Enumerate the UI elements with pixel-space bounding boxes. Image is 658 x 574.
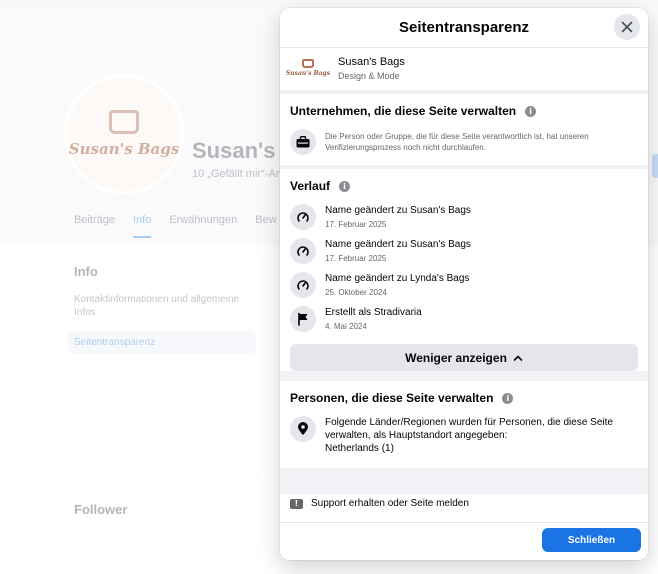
- close-dialog-button[interactable]: [614, 14, 640, 40]
- history-title: Verlauf: [290, 179, 331, 193]
- page-identity-section: Susan's Bags Susan's Bags Design & Mode: [280, 48, 648, 90]
- history-item: Name geändert zu Susan's Bags 17. Februa…: [290, 235, 638, 269]
- history-item-date: 17. Februar 2025: [325, 254, 387, 263]
- info-icon[interactable]: i: [525, 105, 537, 117]
- briefcase-icon: [290, 129, 316, 155]
- history-item: Erstellt als Stradivaria 4. Mai 2024: [290, 303, 638, 337]
- history-section: Verlauf i Name geändert zu Susan's Bags …: [280, 169, 648, 371]
- show-less-label: Weniger anzeigen: [405, 350, 507, 365]
- companies-header: Unternehmen, die diese Seite verwalten i: [290, 94, 638, 126]
- people-title: Personen, die diese Seite verwalten: [290, 391, 494, 405]
- page-logo-text: Susan's Bags: [285, 70, 331, 77]
- flag-icon: [290, 306, 316, 332]
- people-header: Personen, die diese Seite verwalten i: [290, 381, 638, 413]
- page-logo: Susan's Bags: [286, 54, 330, 82]
- dialog-footer: Schließen: [280, 522, 648, 560]
- history-item-text: Name geändert zu Susan's Bags: [325, 205, 471, 216]
- dialog-title: Seitentransparenz: [398, 19, 530, 36]
- support-label: Support erhalten oder Seite melden: [311, 498, 469, 509]
- companies-description: Die Person oder Gruppe, die für diese Se…: [325, 132, 589, 152]
- rename-icon: [290, 272, 316, 298]
- chevron-up-icon: [513, 354, 523, 361]
- page-category: Design & Mode: [338, 70, 400, 81]
- bag-logo-icon: [302, 59, 314, 68]
- close-button[interactable]: Schließen: [542, 528, 641, 552]
- rename-icon: [290, 238, 316, 264]
- history-item-date: 25. Oktober 2024: [325, 288, 387, 297]
- people-item: Folgende Länder/Regionen wurden für Pers…: [290, 413, 638, 460]
- history-item-date: 17. Februar 2025: [325, 220, 387, 229]
- info-icon[interactable]: i: [502, 392, 514, 404]
- page-name: Susan's Bags: [338, 55, 405, 68]
- companies-section: Unternehmen, die diese Seite verwalten i…: [280, 94, 648, 165]
- location-pin-icon: [290, 416, 316, 442]
- show-less-button[interactable]: Weniger anzeigen: [290, 344, 638, 371]
- history-item-date: 4. Mai 2024: [325, 322, 367, 331]
- companies-title: Unternehmen, die diese Seite verwalten: [290, 104, 517, 118]
- history-item: Name geändert zu Lynda's Bags 25. Oktobe…: [290, 269, 638, 303]
- history-item-text: Erstellt als Stradivaria: [325, 307, 422, 318]
- people-location-text: Folgende Länder/Regionen wurden für Pers…: [325, 417, 613, 441]
- transparency-dialog: Seitentransparenz Susan's Bags Susan's B…: [280, 8, 648, 560]
- history-item-text: Name geändert zu Susan's Bags: [325, 239, 471, 250]
- page-identity-row: Susan's Bags Susan's Bags Design & Mode: [286, 48, 638, 90]
- people-section: Personen, die diese Seite verwalten i Fo…: [280, 381, 648, 468]
- companies-item: Die Person oder Gruppe, die für diese Se…: [290, 126, 638, 165]
- history-item-text: Name geändert zu Lynda's Bags: [325, 273, 470, 284]
- dialog-scroll-area[interactable]: Susan's Bags Susan's Bags Design & Mode …: [280, 48, 648, 494]
- info-icon[interactable]: i: [339, 180, 351, 192]
- support-report-link[interactable]: ! Support erhalten oder Seite melden: [290, 498, 469, 509]
- history-item: Name geändert zu Susan's Bags 17. Februa…: [290, 201, 638, 235]
- history-header: Verlauf i: [290, 169, 638, 201]
- close-icon: [621, 21, 633, 33]
- people-location-country: Netherlands (1): [325, 443, 394, 454]
- report-alert-icon: !: [290, 498, 303, 509]
- rename-icon: [290, 204, 316, 230]
- dialog-header: Seitentransparenz: [280, 8, 648, 48]
